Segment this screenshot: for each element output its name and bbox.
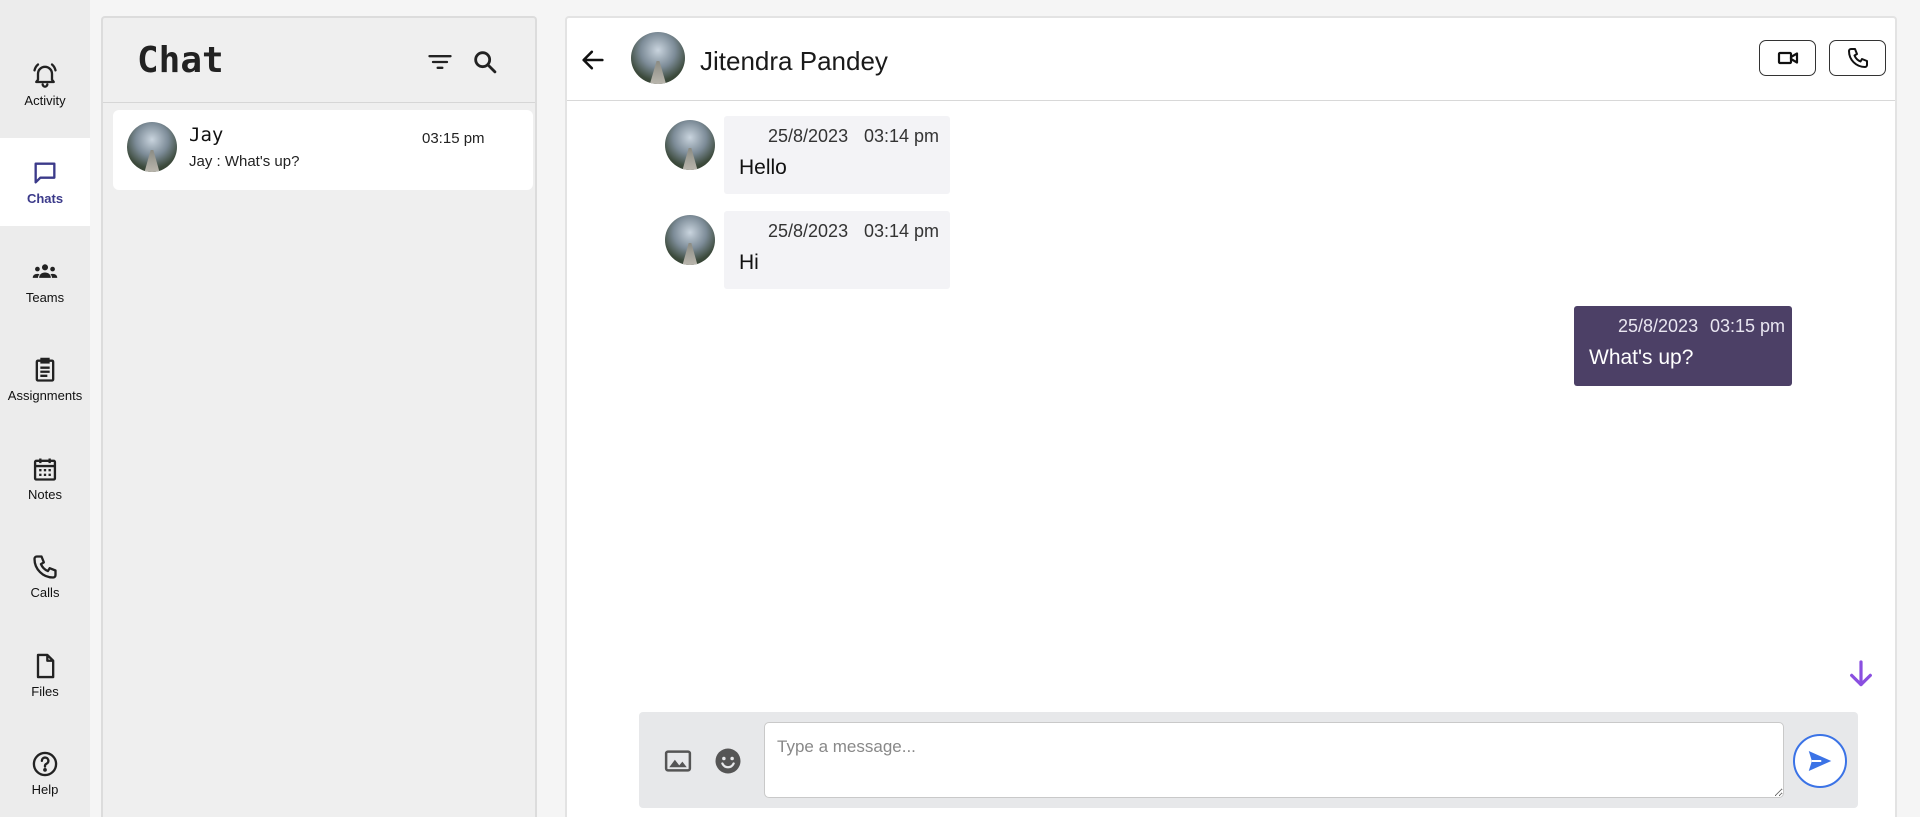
file-icon [36,653,55,678]
contact-avatar [631,32,685,84]
message-bubble-outgoing: 25/8/2023 03:15 pm What's up? [1574,306,1792,386]
rail-label-teams: Teams [25,289,65,305]
chat-item-name: Jay [189,124,224,146]
phone-icon [33,554,57,579]
rail-label-notes: Notes [28,486,62,502]
rail-label-assignments: Assignments [7,387,83,403]
send-button[interactable] [1793,734,1847,788]
rail-label-chats: Chats [26,190,64,206]
bell-icon [33,62,57,88]
rail-label-help: Help [31,781,59,797]
rail-label-activity: Activity [24,92,66,108]
message-text: Hi [739,251,759,274]
rail-item-files[interactable]: Files [0,631,90,719]
people-icon [32,263,58,278]
rail-label-calls: Calls [30,584,60,600]
send-icon [1808,751,1832,771]
contact-name: Jitendra Pandey [700,46,888,76]
image-attach-icon[interactable] [663,746,693,776]
chat-item-time: 03:15 pm [422,130,485,147]
message-time: 03:15 pm [1710,316,1786,336]
voice-call-button[interactable] [1829,40,1886,76]
chat-list-item[interactable]: Jay Jay : What's up? 03:15 pm [113,110,533,190]
message-text: Hello [739,156,787,179]
message-bubble-incoming: 25/8/2023 03:14 pm Hi [724,211,950,289]
sender-avatar [665,215,715,265]
sender-avatar [665,120,715,170]
message-input[interactable] [764,722,1784,798]
conversation-panel: Jitendra Pandey 25/8/2023 03:14 pm Hello… [565,16,1897,817]
conversation-header: Jitendra Pandey [567,18,1895,101]
app-rail: Activity Chats Teams Assignments Notes C… [0,0,90,817]
calendar-icon [33,458,57,481]
rail-label-files: Files [31,683,59,699]
back-arrow-icon[interactable] [579,46,607,74]
rail-item-assignments[interactable]: Assignments [0,335,90,423]
video-call-button[interactable] [1759,40,1816,76]
clipboard-icon [35,357,55,382]
chat-item-preview: Jay : What's up? [189,153,300,170]
rail-item-teams[interactable]: Teams [0,237,90,325]
video-camera-icon [1777,51,1798,65]
rail-item-activity[interactable]: Activity [0,40,90,128]
rail-item-help[interactable]: Help [0,729,90,817]
rail-item-calls[interactable]: Calls [0,532,90,620]
message-text: What's up? [1589,346,1694,369]
message-date: 25/8/2023 [768,126,849,146]
message-time: 03:14 pm [864,126,940,146]
phone-icon [1847,48,1868,68]
rail-item-chats[interactable]: Chats [0,138,90,226]
message-time: 03:14 pm [864,221,940,241]
chat-list-title: Chat [137,40,224,81]
rail-item-notes[interactable]: Notes [0,434,90,522]
message-date: 25/8/2023 [768,221,849,241]
filter-icon[interactable] [426,48,454,76]
emoji-icon[interactable] [713,746,743,776]
search-icon[interactable] [471,48,499,76]
avatar [127,122,177,172]
message-date: 25/8/2023 [1618,316,1699,336]
message-composer [639,712,1858,808]
chat-list-panel: Chat Jay Jay : What's up? 03:15 pm [101,16,537,817]
chat-list-header: Chat [103,18,535,103]
help-circle-icon [32,751,58,776]
scroll-to-bottom-icon[interactable] [1845,658,1877,690]
chat-bubble-icon [34,162,56,183]
message-bubble-incoming: 25/8/2023 03:14 pm Hello [724,116,950,194]
